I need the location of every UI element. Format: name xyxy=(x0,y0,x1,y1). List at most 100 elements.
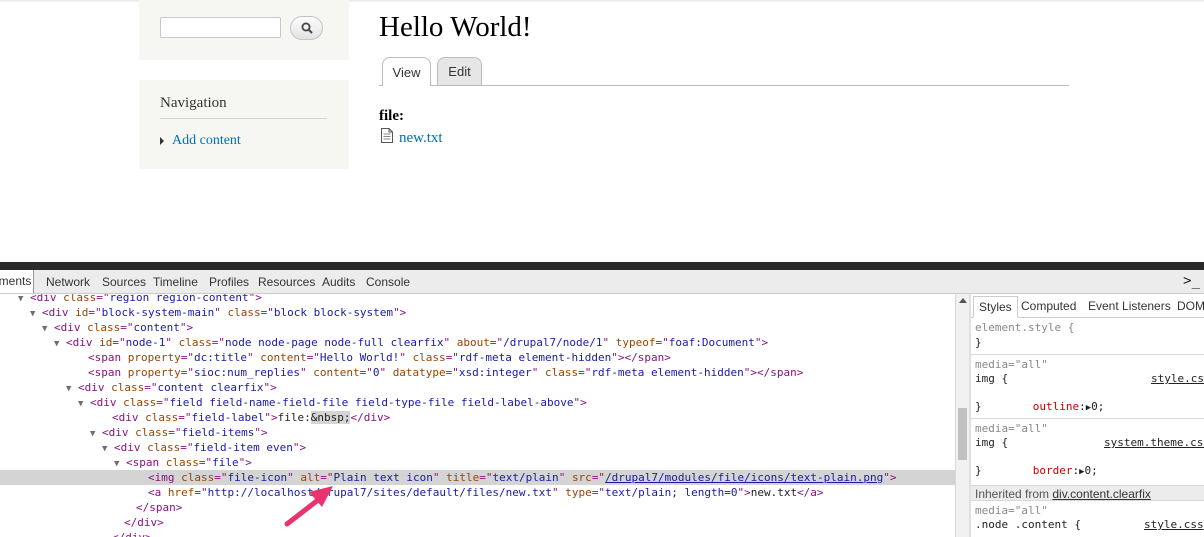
tab-view[interactable]: View xyxy=(382,57,431,86)
dom-token: <div xyxy=(102,426,136,439)
dom-token: =" xyxy=(144,381,158,394)
dom-node[interactable]: ▼ <span class="file"> xyxy=(0,455,955,470)
dom-token: " xyxy=(214,306,228,319)
dom-token: "></span> xyxy=(743,366,804,379)
dom-token: class xyxy=(227,306,261,319)
close-brace: } xyxy=(975,336,982,349)
dom-node[interactable]: ▼ <div class="field-items"> xyxy=(0,425,955,440)
console-drawer-icon[interactable]: >_ xyxy=(1183,273,1200,289)
page-title: Hello World! xyxy=(379,11,532,43)
devtools-tab-audits[interactable]: Audits xyxy=(322,275,355,289)
sidebar-tab-event-listeners[interactable]: Event Listeners xyxy=(1088,299,1171,313)
dom-token: src xyxy=(571,471,592,484)
sidebar-tab-computed[interactable]: Computed xyxy=(1021,299,1076,313)
dom-node[interactable]: ▼ <div class="content clearfix"> xyxy=(0,380,955,395)
devtools-tab-timeline[interactable]: Timeline xyxy=(153,275,198,289)
dom-token: xsd:integer xyxy=(458,366,532,379)
devtools-tab-elements[interactable]: ements xyxy=(0,270,35,293)
dom-token: new.txt xyxy=(750,486,798,499)
dom-node[interactable]: </span> xyxy=(0,500,955,515)
dom-node[interactable]: ▼ <div id="block-system-main" class="bloc… xyxy=(0,305,955,320)
document-icon xyxy=(381,128,393,143)
rule-separator xyxy=(971,418,1204,419)
dom-token: typeof xyxy=(615,336,656,349)
dom-token: field-item even xyxy=(193,441,293,454)
dom-token: "> xyxy=(573,396,587,409)
dom-node[interactable]: ▼ <div class="content"> xyxy=(0,320,955,335)
property-name[interactable]: outline xyxy=(1033,400,1079,413)
dom-node[interactable]: <span property="dc:title" content="Hello… xyxy=(0,350,955,365)
dom-token: text/plain; length=0 xyxy=(605,486,738,499)
style-declaration[interactable]: outline:▶0; xyxy=(993,386,1105,413)
dom-token: " xyxy=(299,366,314,379)
sidebar-tab-dom[interactable]: DOM xyxy=(1177,299,1204,313)
style-declaration[interactable]: border:▶0; xyxy=(993,450,1098,477)
tabs-divider xyxy=(379,85,1069,86)
dom-token: "> xyxy=(254,426,268,439)
dom-token: class xyxy=(111,381,145,394)
element-style-selector[interactable]: element.style { xyxy=(975,321,1074,335)
dom-node[interactable]: <div class="field-label">file:&nbsp;</di… xyxy=(0,410,955,425)
devtools-resize-bar[interactable] xyxy=(0,262,1204,270)
devtools-tab-profiles[interactable]: Profiles xyxy=(209,275,249,289)
inherited-element-link[interactable]: div.content.clearfix xyxy=(1052,487,1151,501)
devtools-tab-resources[interactable]: Resources xyxy=(258,275,315,289)
search-input[interactable] xyxy=(160,17,281,38)
rule-source-link[interactable]: style.css xyxy=(1151,372,1204,386)
dom-node[interactable]: ▼ <div class="field field-name-field-file… xyxy=(0,395,955,410)
dom-node[interactable]: </div> xyxy=(0,530,955,537)
dom-token: class xyxy=(147,441,181,454)
sidebar-tab-styles[interactable]: Styles xyxy=(973,296,1018,318)
dom-token: class xyxy=(87,321,121,334)
search-button[interactable] xyxy=(290,16,323,40)
devtools-tab-console[interactable]: Console xyxy=(366,275,410,289)
dom-node-selected[interactable]: <img class="file-icon" alt="Plain text i… xyxy=(0,470,955,485)
dom-token: class xyxy=(181,471,215,484)
dom-token: &nbsp; xyxy=(310,411,351,424)
dom-token: =" xyxy=(445,366,459,379)
dom-node[interactable]: ▼ <div class="region region-content"> xyxy=(0,294,955,305)
rule-selector[interactable]: img { xyxy=(975,436,1008,450)
dom-token: " xyxy=(602,336,616,349)
dom-node[interactable]: </div> xyxy=(0,515,955,530)
property-value[interactable]: 0; xyxy=(1085,464,1098,477)
dom-token: sioc:num_replies xyxy=(193,366,300,379)
dom-token: class xyxy=(145,411,179,424)
rule-selector[interactable]: img { xyxy=(975,372,1008,386)
dom-scrollbar[interactable] xyxy=(955,294,969,537)
dom-token: <div xyxy=(54,321,88,334)
media-label: media="all" xyxy=(975,422,1048,435)
rule-source-link[interactable]: system.theme.css xyxy=(1104,436,1204,450)
scrollbar-thumb[interactable] xyxy=(958,408,967,460)
devtools-tab-network[interactable]: Network xyxy=(46,275,90,289)
file-link[interactable]: new.txt xyxy=(399,130,443,147)
tab-edit[interactable]: Edit xyxy=(437,57,482,85)
property-name[interactable]: border xyxy=(1033,464,1073,477)
dom-token: " xyxy=(552,486,566,499)
devtools-tab-sources[interactable]: Sources xyxy=(102,275,146,289)
nav-link-add-content[interactable]: Add content xyxy=(172,133,241,149)
dom-token: <div xyxy=(78,381,112,394)
dom-token: <div xyxy=(66,336,100,349)
property-value[interactable]: 0; xyxy=(1091,400,1104,413)
dom-token: " xyxy=(287,471,301,484)
devtools-toolbar: ements Network Sources Timeline Profiles… xyxy=(0,270,1204,294)
dom-node[interactable]: <span property="sioc:num_replies" conten… xyxy=(0,365,955,380)
dom-token: =" xyxy=(489,336,504,349)
bullet-icon xyxy=(160,137,164,145)
dom-token: Hello World! xyxy=(319,351,400,364)
search-block xyxy=(139,0,349,60)
dom-token: dc:title xyxy=(193,351,247,364)
dom-node[interactable]: ▼ <div id="node-1" class="node node-page … xyxy=(0,335,955,350)
dom-token: text/plain xyxy=(492,471,559,484)
dom-node[interactable]: ▼ <div class="field-item even"> xyxy=(0,440,955,455)
rule-source-link[interactable]: style.css xyxy=(1144,518,1204,532)
dom-token: =" xyxy=(260,306,274,319)
dom-tree[interactable]: ▼ <div class="region region-content"> ▼ <di… xyxy=(0,294,955,537)
scroll-up-icon[interactable] xyxy=(959,298,967,303)
rule-selector[interactable]: .node .content { xyxy=(975,518,1081,532)
dom-node[interactable]: <a href="http://localhost/drupal7/sites/… xyxy=(0,485,955,500)
dom-token: <div xyxy=(90,396,124,409)
dom-token: <span xyxy=(126,456,166,469)
dom-token: =" xyxy=(359,366,373,379)
